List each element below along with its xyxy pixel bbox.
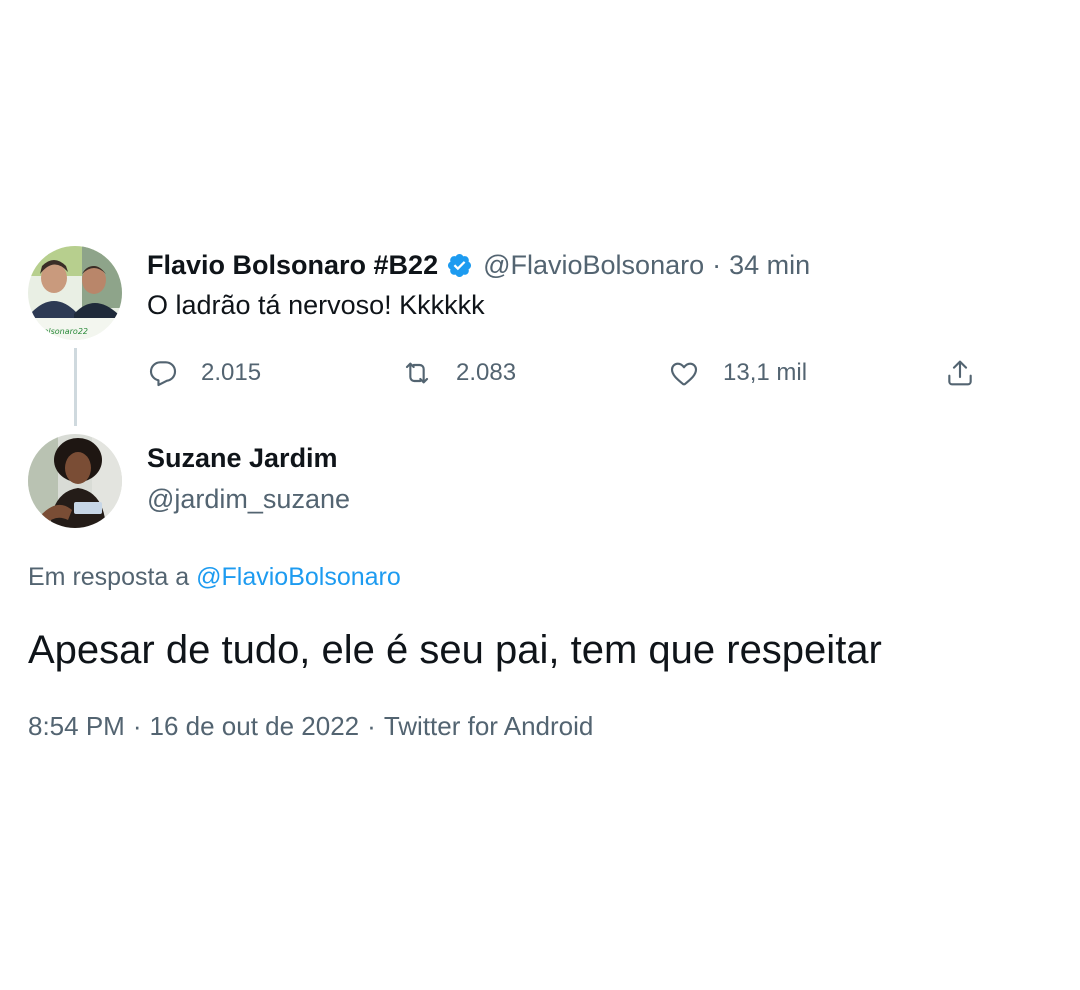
retweet-count: 2.083 (456, 359, 517, 386)
parent-avatar-image: Bolsonaro22 (28, 246, 122, 340)
like-count: 13,1 mil (723, 359, 808, 386)
share-icon (948, 360, 972, 386)
parent-tweet-header: Flavio Bolsonaro #B22 @FlavioBolsonaro ·… (147, 247, 810, 283)
reply-source: Twitter for Android (383, 711, 594, 741)
reply-avatar[interactable] (28, 434, 122, 528)
in-reply-to: Em resposta a @FlavioBolsonaro (28, 563, 401, 592)
reply-time[interactable]: 8:54 PM (28, 711, 125, 741)
retweet-button[interactable]: 2.083 (400, 353, 516, 393)
parent-timestamp[interactable]: 34 min (729, 250, 810, 281)
reply-date[interactable]: 16 de out de 2022 (150, 711, 360, 741)
reply-tweet-meta: 8:54 PM · 16 de out de 2022 · Twitter for An… (28, 711, 593, 742)
heart-icon (670, 362, 698, 386)
in-reply-to-mention-link[interactable]: @FlavioBolsonaro (196, 563, 401, 591)
parent-avatar[interactable]: Bolsonaro22 (28, 246, 122, 340)
verified-badge-icon (446, 252, 473, 279)
reply-avatar-image (28, 434, 122, 528)
parent-tweet-actions: 2.015 2.083 13,1 mil (0, 353, 1080, 393)
reply-button[interactable]: 2.015 (147, 353, 261, 393)
reply-display-name[interactable]: Suzane Jardim (147, 443, 338, 474)
parent-display-name[interactable]: Flavio Bolsonaro #B22 (147, 250, 438, 281)
reply-count: 2.015 (201, 359, 262, 386)
share-button[interactable] (944, 353, 976, 393)
parent-tweet-text: O ladrão tá nervoso! Kkkkkk (147, 290, 485, 320)
header-separator: · (712, 249, 722, 280)
in-reply-to-prefix: Em resposta a (28, 563, 190, 591)
avatar-badge-script: Bolsonaro22 (38, 327, 88, 336)
reply-tweet-text: Apesar de tudo, ele é seu pai, tem que r… (28, 628, 882, 672)
retweet-icon (405, 362, 429, 384)
parent-handle[interactable]: @FlavioBolsonaro (483, 250, 704, 281)
reply-handle[interactable]: @jardim_suzane (147, 484, 350, 515)
meta-separator: · (367, 711, 376, 741)
like-button[interactable]: 13,1 mil (667, 353, 807, 393)
reply-bubble-icon (149, 361, 177, 387)
meta-separator: · (132, 711, 142, 741)
